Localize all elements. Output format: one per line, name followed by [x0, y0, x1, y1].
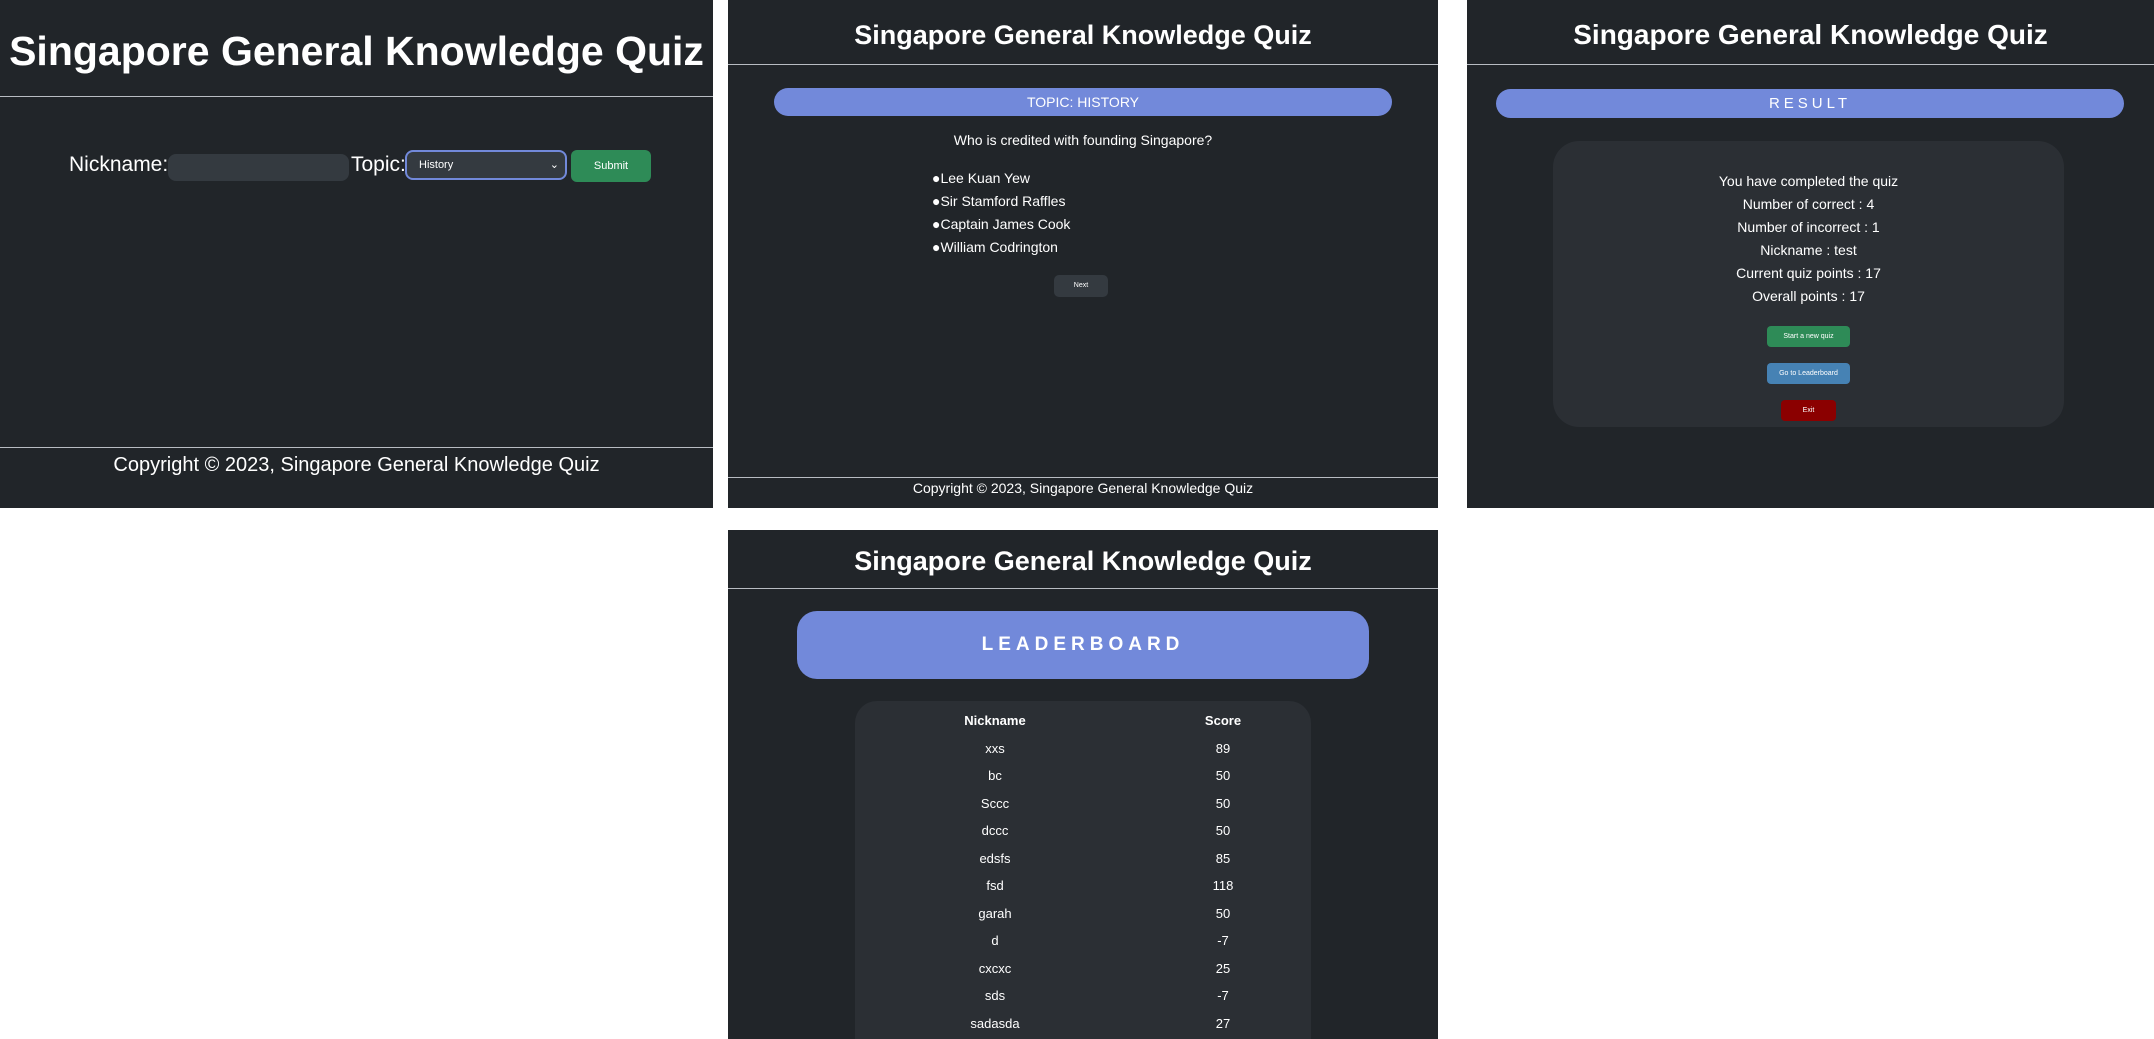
- question-screen: Singapore General Knowledge Quiz TOPIC: …: [728, 0, 1438, 508]
- start-form: Nickname: Topic: History ⌄ Submit: [0, 148, 713, 182]
- answer-option[interactable]: ●William Codrington: [932, 239, 1070, 262]
- nickname-cell: sds: [984, 988, 1006, 1004]
- score-cell: -7: [1217, 933, 1229, 949]
- answer-option[interactable]: ●Sir Stamford Raffles: [932, 193, 1070, 216]
- score-cell: 50: [1215, 823, 1231, 839]
- table-row: fsd 118: [855, 872, 1311, 900]
- topic-heading: TOPIC: HISTORY: [774, 88, 1392, 116]
- submit-button[interactable]: Submit: [571, 150, 651, 182]
- answer-option[interactable]: ●Captain James Cook: [932, 216, 1070, 239]
- nickname-cell: Sccc: [980, 795, 1010, 811]
- score-cell: 50: [1215, 768, 1231, 784]
- page-title: Singapore General Knowledge Quiz: [728, 0, 1438, 65]
- table-row: sadasda 27: [855, 1010, 1311, 1038]
- current-points: Current quiz points : 17: [1736, 265, 1881, 281]
- go-to-leaderboard-button[interactable]: Go to Leaderboard: [1767, 363, 1850, 384]
- table-row: cxcxc 25: [855, 955, 1311, 983]
- score-cell: 85: [1215, 850, 1231, 866]
- score-cell: 27: [1215, 1015, 1231, 1031]
- nickname-cell: dccc: [981, 823, 1009, 839]
- answer-option[interactable]: ●Lee Kuan Yew: [932, 170, 1070, 193]
- score-cell: 25: [1215, 960, 1231, 976]
- start-new-quiz-button[interactable]: Start a new quiz: [1767, 326, 1850, 347]
- chevron-down-icon: ⌄: [549, 159, 559, 171]
- result-card: You have completed the quiz Number of co…: [1553, 141, 2064, 427]
- table-row: bc 50: [855, 762, 1311, 790]
- nickname-cell: edsfs: [979, 850, 1011, 866]
- nickname-cell: cxcxc: [978, 960, 1012, 976]
- nickname-cell: sadasda: [970, 1015, 1020, 1031]
- score-cell: 118: [1212, 878, 1234, 894]
- nickname-cell: garah: [978, 905, 1012, 921]
- answer-options: ●Lee Kuan Yew ●Sir Stamford Raffles ●Cap…: [932, 170, 1070, 262]
- topic-label: Topic:: [351, 153, 406, 176]
- exit-button[interactable]: Exit: [1781, 400, 1836, 421]
- leaderboard-card: Nickname Score xxs 89 bc 50 Sccc 50 dccc 50 …: [855, 701, 1311, 1039]
- table-row: dccc 50: [855, 817, 1311, 845]
- table-header-row: Nickname Score: [855, 707, 1311, 735]
- leaderboard-heading: LEADERBOARD: [797, 611, 1369, 679]
- table-row: sds -7: [855, 982, 1311, 1010]
- result-screen: Singapore General Knowledge Quiz RESULT …: [1467, 0, 2154, 508]
- next-button[interactable]: Next: [1054, 275, 1108, 297]
- result-heading: RESULT: [1496, 89, 2124, 118]
- nickname-cell: d: [991, 933, 999, 949]
- completed-text: You have completed the quiz: [1718, 173, 1899, 189]
- nickname-cell: fsd: [986, 878, 1004, 894]
- score-cell: 89: [1215, 740, 1231, 756]
- footer: Copyright © 2023, Singapore General Know…: [728, 477, 1438, 508]
- nickname-cell: bc: [988, 768, 1002, 784]
- correct-count: Number of correct : 4: [1742, 196, 1875, 212]
- nickname-input[interactable]: [168, 154, 349, 181]
- topic-selected-value: History: [419, 159, 454, 171]
- table-row: garah 50: [855, 900, 1311, 928]
- page-title: Singapore General Knowledge Quiz: [0, 0, 713, 97]
- column-header-nickname: Nickname: [964, 713, 1026, 729]
- question-text: Who is credited with founding Singapore?: [953, 132, 1213, 148]
- leaderboard-screen: Singapore General Knowledge Quiz LEADERB…: [728, 530, 1438, 1039]
- table-row: edsfs 85: [855, 845, 1311, 873]
- nickname-label: Nickname:: [69, 153, 169, 176]
- page-title: Singapore General Knowledge Quiz: [1467, 0, 2154, 65]
- column-header-score: Score: [1204, 713, 1242, 729]
- footer: Copyright © 2023, Singapore General Know…: [0, 447, 713, 508]
- page-title: Singapore General Knowledge Quiz: [728, 530, 1438, 589]
- table-row: Sccc 50: [855, 790, 1311, 818]
- incorrect-count: Number of incorrect : 1: [1737, 219, 1880, 235]
- score-cell: -7: [1217, 988, 1229, 1004]
- nickname-cell: xxs: [985, 740, 1005, 756]
- score-cell: 50: [1215, 905, 1231, 921]
- table-row: xxs 89: [855, 735, 1311, 763]
- topic-select[interactable]: History ⌄: [405, 150, 567, 180]
- table-row: d -7: [855, 927, 1311, 955]
- start-screen: Singapore General Knowledge Quiz Nicknam…: [0, 0, 713, 508]
- score-cell: 50: [1215, 795, 1231, 811]
- overall-points: Overall points : 17: [1752, 288, 1865, 304]
- leaderboard-table: Nickname Score xxs 89 bc 50 Sccc 50 dccc 50 …: [855, 707, 1311, 1037]
- nickname-text: Nickname : test: [1760, 242, 1857, 258]
